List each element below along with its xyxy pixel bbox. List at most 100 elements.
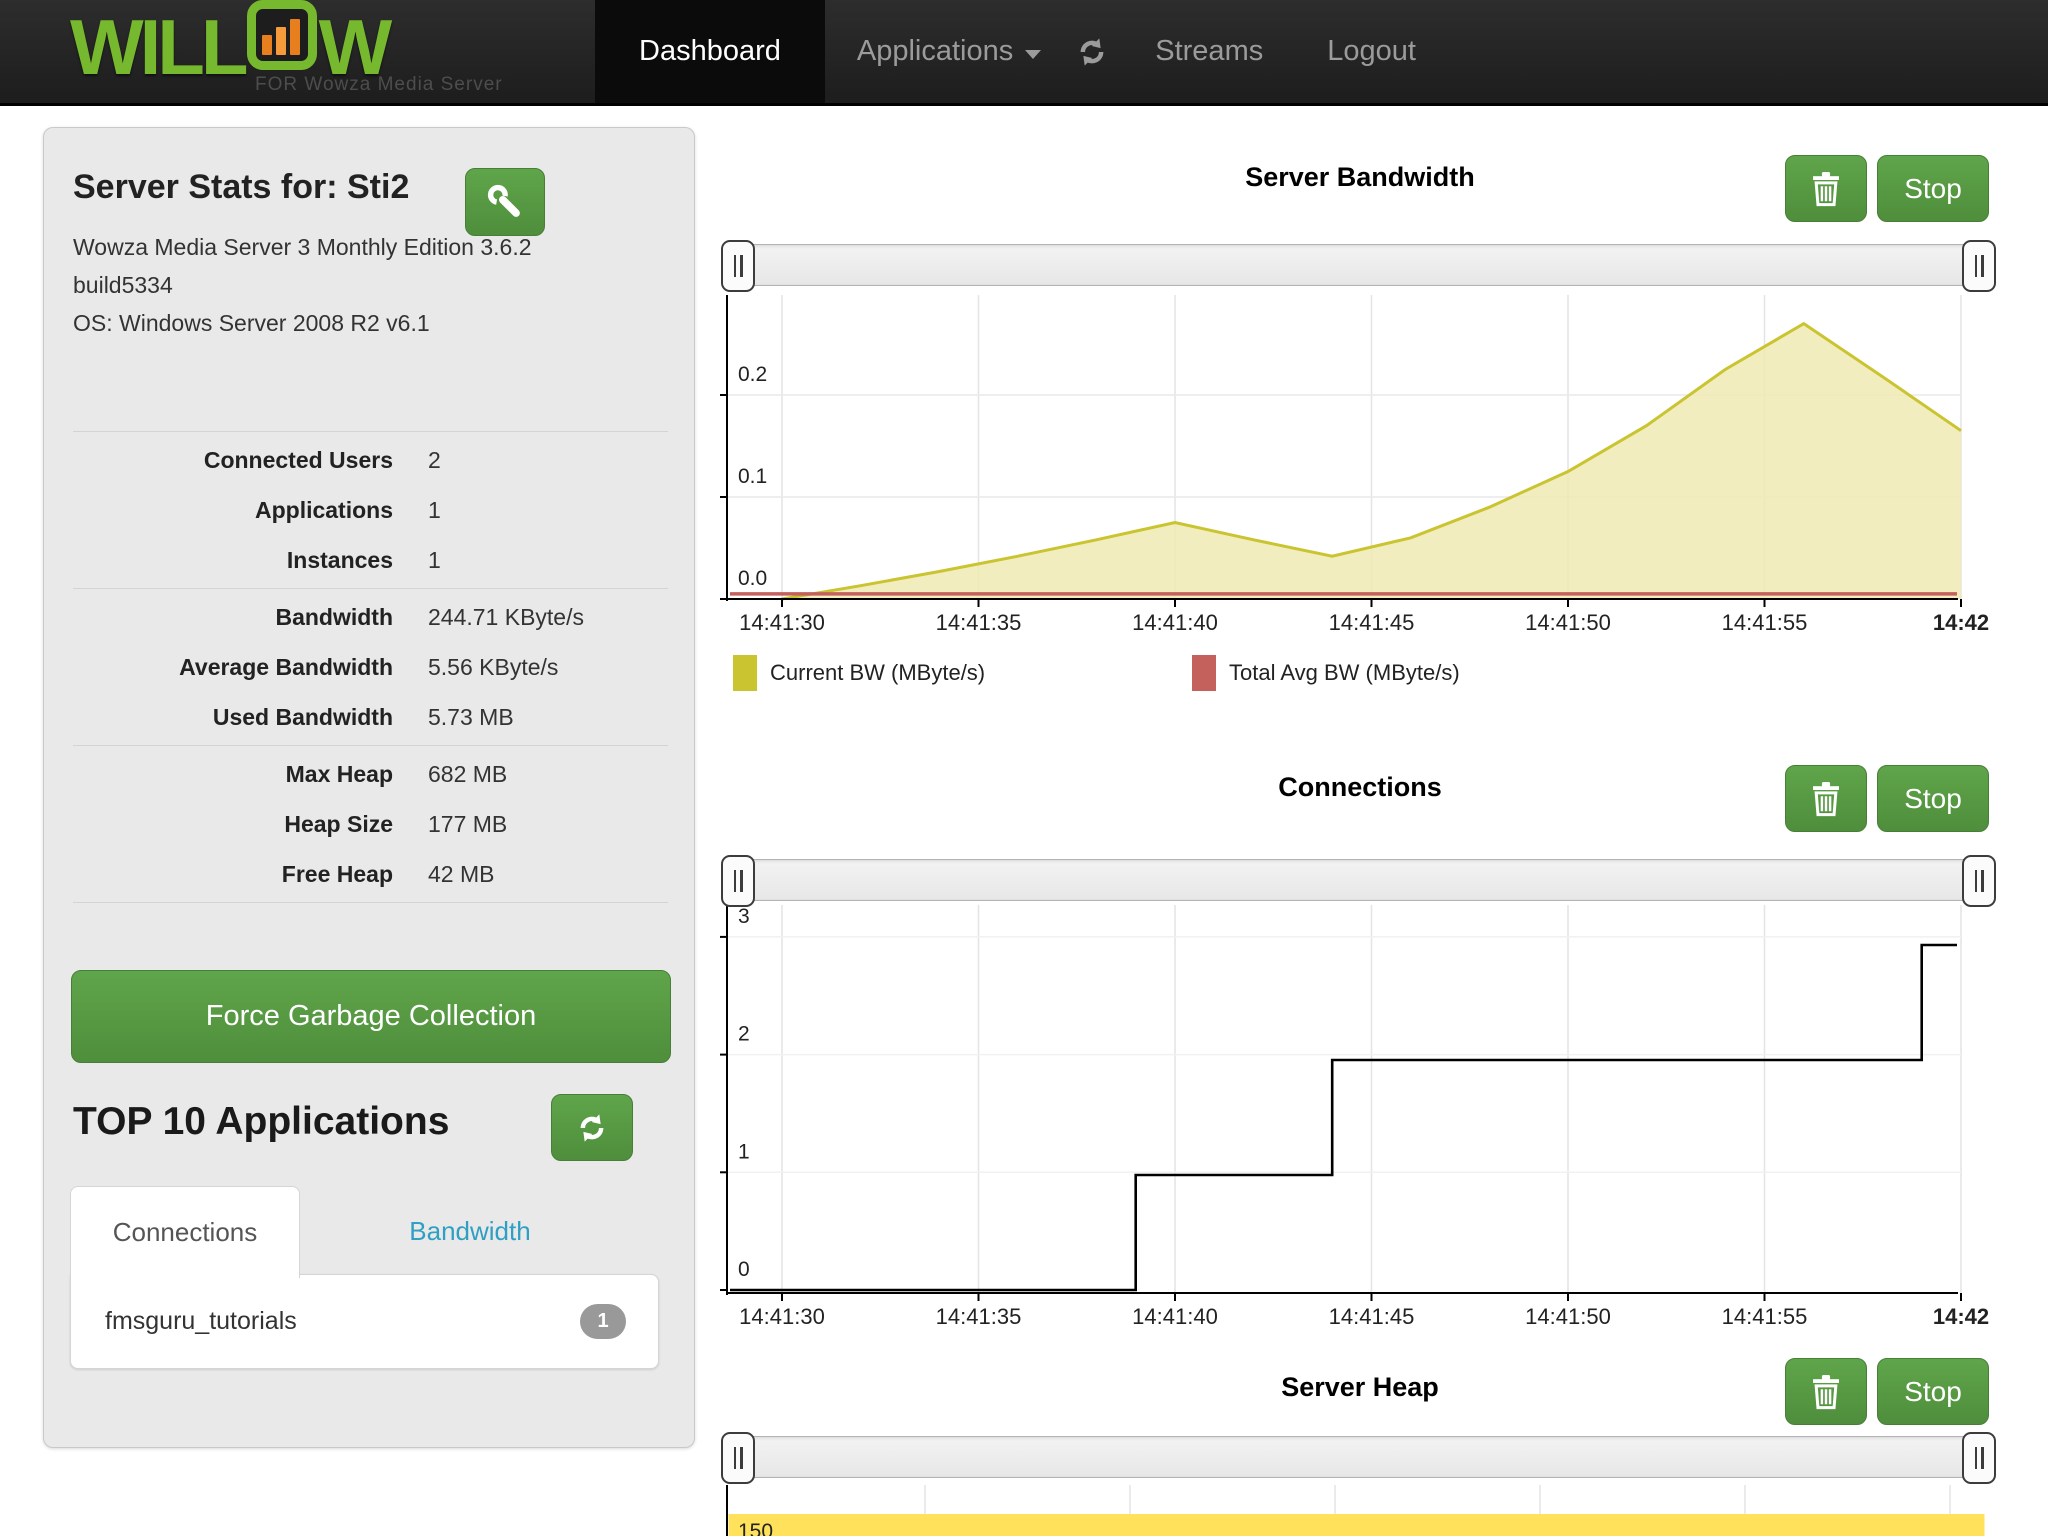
stat-label: Used Bandwidth xyxy=(73,704,393,731)
server-settings-button[interactable] xyxy=(465,168,545,236)
server-stats-table: Connected Users 2 Applications1 Instances 1 B… xyxy=(73,431,668,903)
willow-dashboard-page: WILLW FOR Wowza Media Server Dashboard A… xyxy=(0,0,2048,1536)
application-row[interactable]: fmsguru_tutorials 1 xyxy=(71,1275,658,1368)
stat-row: Average Bandwidth 5.56 KByte/s xyxy=(73,642,668,692)
server-bandwidth-delete-button[interactable] xyxy=(1785,155,1867,222)
stat-value: 5.73 MB xyxy=(428,704,514,731)
stat-label: Applications xyxy=(73,497,393,524)
stat-row: Applications1 xyxy=(73,485,668,535)
slider-track[interactable] xyxy=(729,859,1988,901)
stat-label: Heap Size xyxy=(73,811,393,838)
svg-text:14:41:35: 14:41:35 xyxy=(936,1304,1022,1329)
svg-text:150: 150 xyxy=(738,1520,773,1536)
slider-left-handle[interactable] xyxy=(721,240,755,292)
server-heap-stop-button[interactable]: Stop xyxy=(1877,1358,1989,1425)
svg-text:14:41:35: 14:41:35 xyxy=(936,610,1022,635)
svg-text:14:41:30: 14:41:30 xyxy=(739,610,825,635)
stat-row: Free Heap42 MB xyxy=(73,849,668,899)
slider-track[interactable] xyxy=(729,1436,1988,1478)
logo-barchart-icon xyxy=(247,0,317,70)
wrench-icon xyxy=(486,183,524,221)
trash-icon xyxy=(1811,1374,1841,1410)
svg-text:14:41:50: 14:41:50 xyxy=(1525,1304,1611,1329)
stat-label: Average Bandwidth xyxy=(73,654,393,681)
stat-value: 682 MB xyxy=(428,761,507,788)
svg-text:0.2: 0.2 xyxy=(738,363,767,386)
slider-right-handle[interactable] xyxy=(1962,855,1996,907)
connections-plot[interactable]: 012314:41:3014:41:3514:41:4014:41:4514:4… xyxy=(720,900,2010,1345)
server-bandwidth-stop-button[interactable]: Stop xyxy=(1877,155,1989,222)
refresh-icon xyxy=(1075,35,1109,69)
stat-value: 2 xyxy=(428,447,441,474)
server-bandwidth-plot[interactable]: 0.0 0.1 0.2 14:41:30 14:41:35 14:41:40 14:41:4… xyxy=(720,290,2010,650)
svg-text:14:41:45: 14:41:45 xyxy=(1329,1304,1415,1329)
svg-text:14:41:55: 14:41:55 xyxy=(1722,1304,1808,1329)
stat-row: Heap Size 177 MB xyxy=(73,799,668,849)
applications-list-panel: fmsguru_tutorials 1 xyxy=(70,1274,659,1369)
server-heap-delete-button[interactable] xyxy=(1785,1358,1867,1425)
top10-refresh-button[interactable] xyxy=(551,1094,633,1161)
svg-text:14:41:45: 14:41:45 xyxy=(1329,610,1415,635)
force-gc-button[interactable]: Force Garbage Collection xyxy=(71,970,671,1063)
nav-applications-label: Applications xyxy=(857,35,1013,68)
nav-item-logout[interactable]: Logout xyxy=(1295,0,1448,103)
top-navbar: WILLW FOR Wowza Media Server Dashboard A… xyxy=(0,0,2048,106)
avg-bw-swatch xyxy=(1192,655,1216,691)
svg-text:0.1: 0.1 xyxy=(738,465,767,488)
nav-item-dashboard[interactable]: Dashboard xyxy=(595,0,825,103)
legend-label: Total Avg BW (MByte/s) xyxy=(1229,660,1460,686)
svg-text:14:41:30: 14:41:30 xyxy=(739,1304,825,1329)
connections-range-slider xyxy=(729,855,1988,905)
trash-icon xyxy=(1811,171,1841,207)
current-bw-swatch xyxy=(733,655,757,691)
server-bandwidth-range-slider xyxy=(729,240,1988,290)
svg-text:0.0: 0.0 xyxy=(738,567,767,590)
tab-bandwidth[interactable]: Bandwidth xyxy=(350,1186,590,1277)
connection-count-badge: 1 xyxy=(580,1304,626,1339)
svg-text:14:42: 14:42 xyxy=(1933,610,1989,635)
nav-refresh-button[interactable] xyxy=(1073,0,1123,103)
stat-value: 5.56 KByte/s xyxy=(428,654,558,681)
trash-icon xyxy=(1811,781,1841,817)
stats-group: Bandwidth244.71 KByte/sAverage Bandwidth… xyxy=(73,588,668,745)
slider-left-handle[interactable] xyxy=(721,1432,755,1484)
stat-label: Instances xyxy=(73,547,393,574)
svg-text:14:42: 14:42 xyxy=(1933,1304,1989,1329)
top10-tabs: Connections Bandwidth xyxy=(70,1186,670,1277)
slider-right-handle[interactable] xyxy=(1962,240,1996,292)
stat-label: Bandwidth xyxy=(73,604,393,631)
stat-value: 1 xyxy=(428,547,441,574)
stat-row: Max Heap682 MB xyxy=(73,749,668,799)
stat-label: Free Heap xyxy=(73,861,393,888)
stat-value: 177 MB xyxy=(428,811,507,838)
slider-left-handle[interactable] xyxy=(721,855,755,907)
stats-group: Connected Users 2 Applications1 Instances 1 xyxy=(73,431,668,588)
svg-text:0: 0 xyxy=(738,1258,750,1281)
svg-text:14:41:40: 14:41:40 xyxy=(1132,610,1218,635)
nav-items: Dashboard Applications Streams Logout xyxy=(595,0,1448,103)
caret-down-icon xyxy=(1025,50,1041,59)
refresh-icon xyxy=(575,1111,609,1145)
server-info: Wowza Media Server 3 Monthly Edition 3.6… xyxy=(73,228,573,342)
server-heap-plot[interactable]: 150 xyxy=(720,1482,2010,1536)
svg-text:14:41:50: 14:41:50 xyxy=(1525,610,1611,635)
server-bandwidth-legend: Current BW (MByte/s) Total Avg BW (MByte… xyxy=(727,655,2007,701)
slider-track[interactable] xyxy=(729,244,1988,286)
server-stats-title: Server Stats for: Sti2 xyxy=(73,168,409,207)
connections-stop-button[interactable]: Stop xyxy=(1877,765,1989,832)
stat-row: Used Bandwidth 5.73 MB xyxy=(73,692,668,742)
server-heap-range-slider xyxy=(729,1432,1988,1482)
nav-item-applications[interactable]: Applications xyxy=(825,0,1073,103)
tab-connections[interactable]: Connections xyxy=(70,1186,300,1278)
svg-text:2: 2 xyxy=(738,1023,750,1046)
stat-label: Connected Users xyxy=(73,447,393,474)
svg-text:14:41:55: 14:41:55 xyxy=(1722,610,1808,635)
legend-item: Current BW (MByte/s) xyxy=(733,655,985,691)
connections-delete-button[interactable] xyxy=(1785,765,1867,832)
slider-right-handle[interactable] xyxy=(1962,1432,1996,1484)
top10-title: TOP 10 Applications xyxy=(73,1100,449,1144)
logo-tagline: FOR Wowza Media Server xyxy=(255,74,503,96)
server-stats-card: Server Stats for: Sti2 Wowza Media Serve… xyxy=(43,127,695,1448)
stat-row: Instances 1 xyxy=(73,535,668,585)
nav-item-streams[interactable]: Streams xyxy=(1123,0,1295,103)
